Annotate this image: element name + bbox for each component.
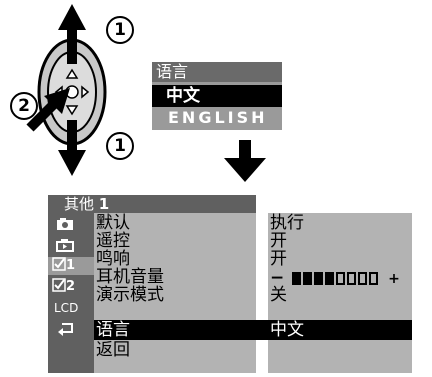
camera-icon — [57, 218, 73, 230]
volume-level-box — [369, 272, 379, 285]
callout-2-label: 2 — [18, 96, 30, 116]
menu-header-number: 1 — [98, 195, 110, 213]
checkbox-2-icon — [52, 278, 66, 292]
value-language: 中文 — [270, 320, 304, 340]
return-icon — [58, 323, 73, 336]
checkbox-1-icon — [52, 257, 66, 271]
playback-icon — [56, 239, 74, 252]
volume-plus: + — [388, 271, 400, 287]
tab-lcd[interactable]: LCD — [52, 299, 88, 317]
tab-checklist-1[interactable]: 1 — [48, 257, 94, 275]
callout-2: 2 — [10, 92, 38, 120]
value-demo-mode: 关 — [270, 285, 287, 305]
volume-level-box — [358, 272, 368, 285]
menu-item-demo-mode[interactable]: 演示模式 — [94, 285, 256, 305]
menu-item-list: 默认 遥控 鸣响 耳机音量 演示模式 语言 返回 — [94, 213, 256, 373]
menu-header: 其他 1 — [48, 195, 256, 213]
volume-level-box — [314, 272, 324, 285]
values-panel: 执行 开 开 − + 关 中文 — [268, 213, 412, 373]
menu-item-remote[interactable]: 遥控 — [94, 231, 256, 251]
value-default: 执行 — [270, 213, 304, 233]
language-popup-list: 中文 ENGLISH — [152, 82, 282, 130]
tab-camera[interactable] — [52, 215, 88, 233]
callout-1-top: 1 — [106, 16, 134, 44]
tab-playback[interactable] — [52, 236, 88, 254]
flow-down-arrow-icon — [224, 140, 266, 182]
value-remote: 开 — [270, 231, 287, 251]
volume-level-box — [292, 272, 302, 285]
volume-level-box — [336, 272, 346, 285]
tab-checklist-2[interactable]: 2 — [52, 278, 88, 296]
callout-1-bottom: 1 — [106, 132, 134, 160]
lcd-icon: LCD — [54, 301, 79, 315]
menu-item-language[interactable]: 语言 — [94, 320, 256, 340]
language-option-english[interactable]: ENGLISH — [152, 107, 282, 129]
tab-checklist-2-label: 2 — [66, 279, 76, 294]
volume-level-box — [347, 272, 357, 285]
callout-1-top-label: 1 — [114, 20, 126, 40]
language-option-chinese[interactable]: 中文 — [152, 85, 282, 107]
menu-item-default[interactable]: 默认 — [94, 213, 256, 233]
tab-checklist-1-label: 1 — [66, 258, 76, 273]
menu-item-beep[interactable]: 鸣响 — [94, 249, 256, 269]
callout-1-bottom-label: 1 — [114, 136, 126, 156]
tab-return[interactable] — [52, 320, 88, 338]
menu-item-headphone-volume[interactable]: 耳机音量 — [94, 267, 256, 287]
menu-tab-strip: 1 2 LCD — [48, 213, 94, 373]
volume-level-box — [325, 272, 335, 285]
menu-item-return[interactable]: 返回 — [94, 340, 256, 360]
volume-bar: − + — [270, 268, 410, 288]
volume-level-box — [303, 272, 313, 285]
value-beep: 开 — [270, 249, 287, 269]
menu-header-title: 其他 — [64, 195, 95, 213]
language-popup-title: 语言 — [152, 62, 282, 82]
volume-level-boxes — [292, 270, 380, 290]
